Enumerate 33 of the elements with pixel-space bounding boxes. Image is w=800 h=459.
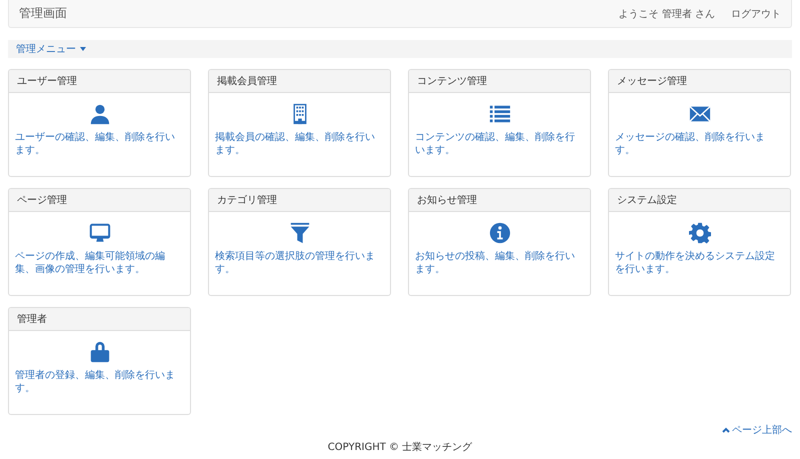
admin-menu-dropdown[interactable]: 管理メニュー <box>16 42 86 56</box>
card-description[interactable]: コンテンツの確認、編集、削除を行います。 <box>415 131 584 157</box>
list-icon <box>488 103 510 125</box>
info-icon <box>488 222 510 244</box>
lock-icon <box>88 341 110 363</box>
filter-icon <box>288 222 310 244</box>
card-description[interactable]: お知らせの投稿、編集、削除を行います。 <box>415 250 584 276</box>
page-title: 管理画面 <box>19 5 67 22</box>
card-title: コンテンツ管理 <box>409 70 590 93</box>
caret-icon <box>80 47 86 51</box>
card-title: 管理者 <box>9 308 190 331</box>
card-description[interactable]: 管理者の登録、編集、削除を行います。 <box>15 369 184 395</box>
card-description[interactable]: ページの作成、編集可能領域の編集、画像の管理を行います。 <box>15 250 184 276</box>
copyright-text: COPYRIGHT © 士業マッチング <box>328 442 472 453</box>
monitor-icon <box>88 222 110 244</box>
card-title: カテゴリ管理 <box>209 189 390 212</box>
settings-icon <box>688 222 710 244</box>
logout-link[interactable]: ログアウト <box>731 6 781 20</box>
card-title: 掲載会員管理 <box>209 70 390 93</box>
chevron-up-icon <box>722 427 730 433</box>
card-title: ページ管理 <box>9 189 190 212</box>
card-description[interactable]: 掲載会員の確認、編集、削除を行います。 <box>215 131 384 157</box>
user-icon <box>88 103 110 125</box>
card-title: ユーザー管理 <box>9 70 190 93</box>
welcome-text: ようこそ 管理者 さん <box>618 8 715 20</box>
card-description[interactable]: メッセージの確認、削除を行います。 <box>615 131 784 157</box>
card-description[interactable]: ユーザーの確認、編集、削除を行います。 <box>15 131 184 157</box>
card-title: お知らせ管理 <box>409 189 590 212</box>
page-top-link[interactable]: ページ上部へ <box>722 423 792 437</box>
card-description[interactable]: サイトの動作を決めるシステム設定を行います。 <box>615 250 784 276</box>
card-title: メッセージ管理 <box>609 70 790 93</box>
card-description[interactable]: 検索項目等の選択肢の管理を行います。 <box>215 250 384 276</box>
card-title: システム設定 <box>609 189 790 212</box>
